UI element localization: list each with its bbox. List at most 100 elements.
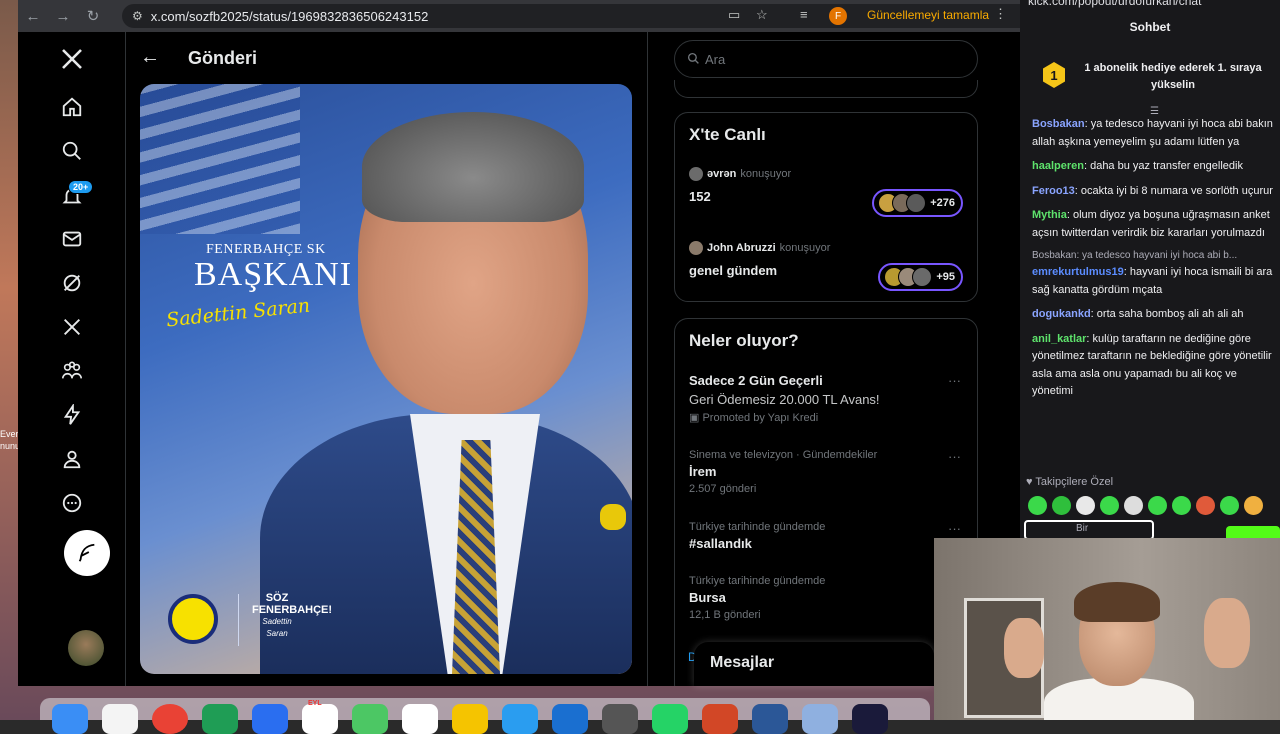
space-host: əvrən konuşuyor	[689, 167, 791, 181]
launchpad-app-icon[interactable]	[102, 704, 138, 734]
emote-icon[interactable]	[1076, 496, 1095, 515]
trend-item[interactable]: Türkiye tarihinde gündemde Bursa 12,1 B …	[689, 575, 965, 621]
trend-item[interactable]: Türkiye tarihinde gündemde #sallandık ··…	[689, 521, 965, 551]
maps-app-icon[interactable]	[352, 704, 388, 734]
word-app-icon[interactable]	[752, 704, 788, 734]
whatsapp-app-icon[interactable]	[652, 704, 688, 734]
emote-icon[interactable]	[1172, 496, 1191, 515]
promoted-by: ▣ Promoted by Yapı Kredi	[689, 412, 819, 424]
premium-x-icon[interactable]	[57, 312, 87, 342]
gift-sub-text: 1 abonelik hediye ederek 1. sıraya yükse…	[1084, 62, 1262, 91]
emote-icon[interactable]	[1148, 496, 1167, 515]
account-avatar[interactable]	[68, 630, 104, 666]
page-title: Gönderi	[188, 48, 258, 68]
chat-message-text: : orta saha bomboş ali ah ali ah	[1090, 308, 1244, 320]
chat-username[interactable]: haalperen	[1032, 160, 1084, 172]
chat-username[interactable]: anil_katlar	[1032, 333, 1086, 345]
promo-title: Sadece 2 Gün Geçerli	[689, 373, 823, 388]
lapel-badge-icon	[600, 504, 626, 530]
post-image[interactable]: FENERBAHÇE SK BAŞKANI Sadettin Saran SÖZ…	[140, 84, 632, 674]
search-icon	[687, 52, 700, 70]
profile-avatar[interactable]: F	[829, 7, 847, 25]
listener-avatar	[906, 193, 927, 213]
chat-message-text: : daha bu yaz transfer engelledik	[1083, 160, 1243, 172]
notifications-badge: 20+	[68, 180, 94, 194]
more-options-icon[interactable]: ···	[948, 521, 961, 536]
search-input[interactable]: Ara	[674, 40, 978, 78]
chat-message: anil_katlar: kulüp taraftarın ne dediğin…	[1032, 331, 1276, 401]
home-icon[interactable]	[57, 92, 87, 122]
messages-drawer-title: Mesajlar	[710, 654, 775, 671]
chat-message: emrekurtulmus19: hayvani iyi hoca ismail…	[1032, 264, 1276, 299]
more-menu-icon[interactable]	[57, 488, 87, 518]
mail-app-icon[interactable]	[252, 704, 288, 734]
profile-person-icon[interactable]	[57, 444, 87, 474]
browser-window: ← → ↻ ⚙ x.com/sozfb2025/status/196983283…	[18, 0, 1020, 686]
update-button[interactable]: Güncellemeyi tamamla	[867, 8, 989, 22]
fenerbahce-crest-icon	[168, 594, 218, 644]
verified-orgs-lightning-icon[interactable]	[57, 400, 87, 430]
reload-button[interactable]: ↻	[78, 0, 108, 32]
forward-button[interactable]: →	[48, 0, 78, 32]
whats-happening-card: Neler oluyor? Sadece 2 Gün Geçerli Geri …	[674, 318, 978, 686]
chat-message-text: : ocakta iyi bi 8 numara ve sorlöth uçur…	[1074, 184, 1273, 197]
x-logo-icon[interactable]	[57, 44, 87, 74]
promoted-item[interactable]: Sadece 2 Gün Geçerli Geri Ödemesiz 20.00…	[689, 373, 965, 424]
reading-list-icon[interactable]: ≡	[800, 7, 808, 22]
compose-post-button[interactable]	[64, 530, 110, 576]
space-title: 152	[689, 189, 711, 204]
finder-app-icon[interactable]	[52, 704, 88, 734]
powerpoint-app-icon[interactable]	[702, 704, 738, 734]
chat-username[interactable]: emrekurtulmus19	[1032, 266, 1124, 278]
follower-only-label: ♥ Takipçilere Özel	[1026, 476, 1114, 488]
chat-username[interactable]: dogukankd	[1032, 308, 1091, 320]
explore-search-icon[interactable]	[57, 136, 87, 166]
more-options-icon[interactable]: ···	[948, 449, 961, 464]
gift-sub-banner[interactable]: 1 1 abonelik hediye ederek 1. sıraya yük…	[1020, 52, 1280, 102]
notes-app-icon[interactable]	[452, 704, 488, 734]
chat-username[interactable]: Mythia	[1032, 209, 1067, 221]
communities-icon[interactable]	[57, 356, 87, 386]
emote-icon[interactable]	[1220, 496, 1239, 515]
messages-mail-icon[interactable]	[57, 224, 87, 254]
more-options-icon[interactable]: ···	[948, 373, 961, 388]
emote-icon[interactable]	[1100, 496, 1119, 515]
x-app-icon[interactable]	[502, 704, 538, 734]
calendar-app-icon[interactable]	[302, 704, 338, 734]
emote-icon[interactable]	[1052, 496, 1071, 515]
image-signature: Sadettin Saran	[165, 294, 312, 332]
chat-username[interactable]: Bosbakan	[1032, 118, 1085, 130]
live-spaces-card: X'te Canlı əvrən konuşuyor 152 +276 John…	[674, 112, 978, 302]
host-avatar	[689, 167, 703, 181]
emote-icon[interactable]	[1196, 496, 1215, 515]
grok-icon[interactable]	[57, 268, 87, 298]
chatgpt-app-icon[interactable]	[602, 704, 638, 734]
chat-username[interactable]: Feroo13	[1032, 185, 1075, 197]
image-heading-line2: BAŞKANI	[194, 256, 353, 293]
back-arrow-icon[interactable]: ←	[140, 46, 160, 69]
preview-app-icon[interactable]	[802, 704, 838, 734]
space-host: John Abruzzi konuşuyor	[689, 241, 830, 255]
live-card-title: X'te Canlı	[689, 125, 766, 144]
chat-message-input[interactable]: Bir	[1024, 520, 1154, 540]
emote-bar	[1028, 496, 1263, 515]
reminders-app-icon[interactable]	[402, 704, 438, 734]
emote-icon[interactable]	[1124, 496, 1143, 515]
sheets-app-icon[interactable]	[202, 704, 238, 734]
space-listeners: +95	[878, 263, 963, 291]
install-app-icon[interactable]: ▭	[728, 7, 740, 23]
emote-icon[interactable]	[1244, 496, 1263, 515]
bookmark-star-icon[interactable]: ☆	[756, 7, 768, 23]
site-info-icon[interactable]: ⚙	[132, 9, 143, 23]
chat-messages: Bosbakan: ya tedesco hayvani iyi hoca ab…	[1032, 116, 1276, 408]
space-listeners: +276	[872, 189, 963, 217]
chrome-app-icon[interactable]	[152, 704, 188, 734]
messages-drawer[interactable]: Mesajlar	[694, 642, 934, 686]
menu-kebab-icon[interactable]: ⋮	[994, 6, 1007, 22]
back-button[interactable]: ←	[18, 0, 48, 32]
obs-app-icon[interactable]	[852, 704, 888, 734]
flag-stripes	[140, 84, 300, 234]
emote-icon[interactable]	[1028, 496, 1047, 515]
outlook-app-icon[interactable]	[552, 704, 588, 734]
trend-item[interactable]: Sinema ve televizyon · Gündemdekiler İre…	[689, 449, 965, 495]
